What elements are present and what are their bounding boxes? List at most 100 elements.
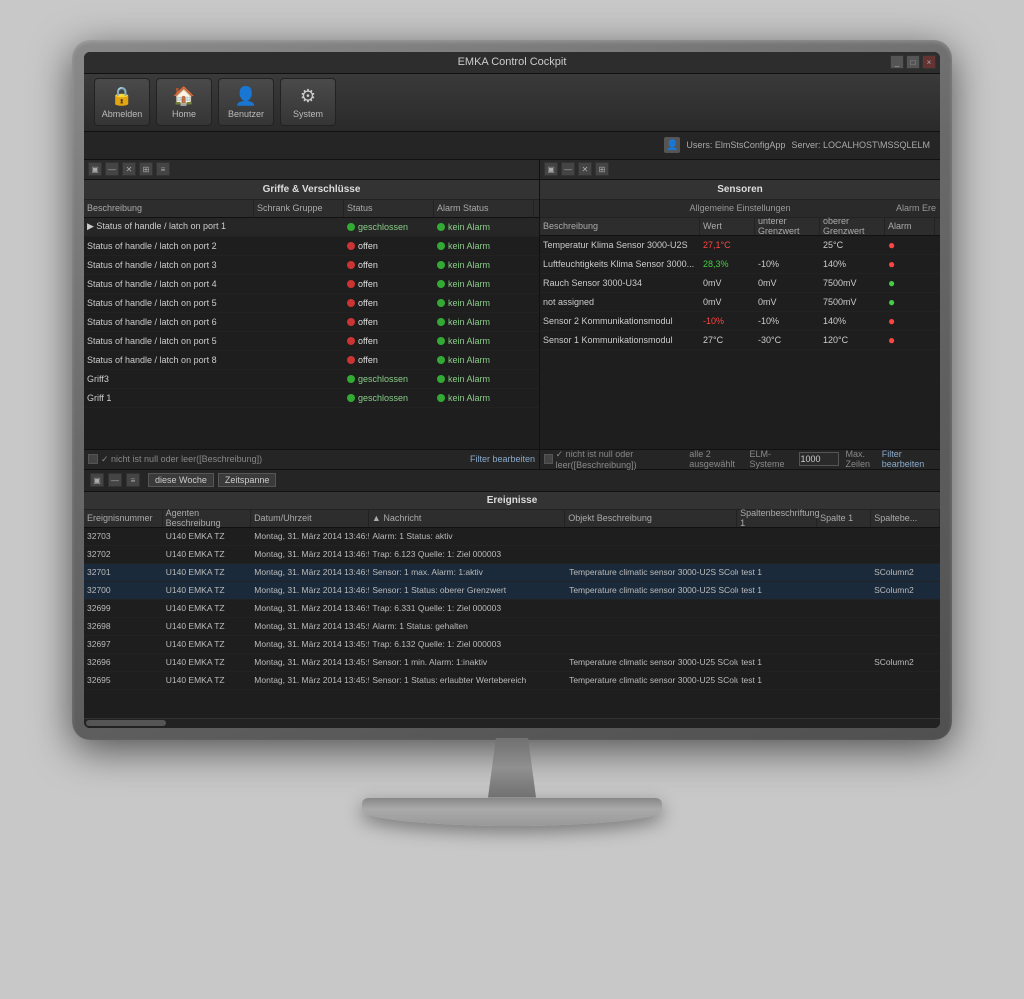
alarm-text: kein Alarm — [448, 336, 490, 346]
minimize-button[interactable]: _ — [890, 55, 904, 69]
sensoren-row[interactable]: Sensor 2 Kommunikationsmodul -10% -10% 1… — [540, 312, 940, 331]
sensoren-tb-icon-1[interactable]: ▣ — [544, 162, 558, 176]
ereignisse-row[interactable]: 32703 U140 EMKA TZ Montag, 31. März 2014… — [84, 528, 940, 546]
ereig-tb-icon-3[interactable]: ≡ — [126, 473, 140, 487]
ereig-th-spalte: Spalte 1 — [817, 510, 871, 527]
griffe-td-schrank — [254, 313, 344, 331]
maximize-button[interactable]: □ — [906, 55, 920, 69]
sensoren-row[interactable]: Luftfeuchtigkeits Klima Sensor 3000... 2… — [540, 255, 940, 274]
alarm-dot — [437, 356, 445, 364]
griffe-tb-icon-3[interactable]: ✕ — [122, 162, 136, 176]
ereig-td-nachricht: Sensor: 1 max. Alarm: 1:aktiv — [369, 564, 566, 581]
th-schrank: Schrank Gruppe — [254, 200, 344, 217]
status-dot — [347, 337, 355, 345]
ereig-td-nachricht: Sensor: 1 Status: erlaubter Wertebereich — [369, 672, 566, 689]
ereignisse-toolbar: ▣ — ≡ diese Woche Zeitspanne — [84, 470, 940, 492]
griffe-panel: ▣ — ✕ ⊞ ≡ Griffe & Verschlüsse Beschreib… — [84, 160, 540, 469]
sensoren-tb-icon-4[interactable]: ⊞ — [595, 162, 609, 176]
lock-icon: 🔒 — [111, 86, 133, 107]
ereig-td-datum: Montag, 31. März 2014 13:46:50 — [251, 546, 369, 563]
griffe-td-alarm: kein Alarm — [434, 294, 534, 312]
alarm-dot — [437, 337, 445, 345]
sensor-td-unterer — [755, 236, 820, 254]
ereig-td-objekt: Temperature climatic sensor 3000-U2S SCo… — [566, 564, 738, 581]
sensoren-tb-icon-2[interactable]: — — [561, 162, 575, 176]
sensor-td-wert: 0mV — [700, 274, 755, 292]
title-bar: EMKA Control Cockpit _ □ × — [84, 52, 940, 74]
ereignisse-row[interactable]: 32699 U140 EMKA TZ Montag, 31. März 2014… — [84, 600, 940, 618]
benutzer-button[interactable]: 👤 Benutzer — [218, 78, 274, 126]
griffe-tb-icon-5[interactable]: ≡ — [156, 162, 170, 176]
griffe-row[interactable]: Status of handle / latch on port 5 offen… — [84, 294, 539, 313]
sensoren-filter-checkbox[interactable] — [544, 454, 553, 464]
griffe-tb-icon-4[interactable]: ⊞ — [139, 162, 153, 176]
ereig-th-nr: Ereignisnummer — [84, 510, 163, 527]
griffe-row[interactable]: Status of handle / latch on port 4 offen… — [84, 275, 539, 294]
ereig-td-spalte — [817, 528, 871, 545]
ereig-td-nr: 32698 — [84, 618, 163, 635]
ereig-tb-icon-2[interactable]: — — [108, 473, 122, 487]
sensoren-row[interactable]: not assigned 0mV 0mV 7500mV ● — [540, 293, 940, 312]
ereig-week-btn[interactable]: diese Woche — [148, 473, 214, 487]
griffe-row[interactable]: Griff 1 geschlossen kein Alarm — [84, 389, 539, 408]
ereignisse-row[interactable]: 32696 U140 EMKA TZ Montag, 31. März 2014… — [84, 654, 940, 672]
ereig-td-spalte — [817, 636, 871, 653]
ereig-td-nachricht: Sensor: 1 min. Alarm: 1:inaktiv — [369, 654, 566, 671]
sensoren-row[interactable]: Sensor 1 Kommunikationsmodul 27°C -30°C … — [540, 331, 940, 350]
sensoren-row[interactable]: Rauch Sensor 3000-U34 0mV 0mV 7500mV ● — [540, 274, 940, 293]
griffe-row[interactable]: Status of handle / latch on port 6 offen… — [84, 313, 539, 332]
ereignisse-row[interactable]: 32700 U140 EMKA TZ Montag, 31. März 2014… — [84, 582, 940, 600]
sensor-td-alarm: ● — [885, 331, 935, 349]
griffe-row[interactable]: Griff3 geschlossen kein Alarm — [84, 370, 539, 389]
griffe-row[interactable]: Status of handle / latch on port 2 offen… — [84, 237, 539, 256]
close-button[interactable]: × — [922, 55, 936, 69]
griffe-td-alarm: kein Alarm — [434, 351, 534, 369]
ereig-td-objekt — [566, 618, 738, 635]
abmelden-label: Abmelden — [102, 109, 143, 119]
status-dot — [347, 318, 355, 326]
griffe-row[interactable]: Status of handle / latch on port 3 offen… — [84, 256, 539, 275]
griffe-td-schrank — [254, 370, 344, 388]
griffe-tb-icon-1[interactable]: ▣ — [88, 162, 102, 176]
abmelden-button[interactable]: 🔒 Abmelden — [94, 78, 150, 126]
ereig-td-spalte1 — [738, 618, 817, 635]
status-text: offen — [358, 279, 378, 289]
user-icon: 👤 — [235, 86, 257, 107]
home-button[interactable]: 🏠 Home — [156, 78, 212, 126]
server-label: Server: LOCALHOST\MSSQLELM — [791, 140, 930, 150]
griffe-td-schrank — [254, 332, 344, 350]
ereignisse-row[interactable]: 32698 U140 EMKA TZ Montag, 31. März 2014… — [84, 618, 940, 636]
scrollbar-thumb[interactable] — [86, 720, 166, 726]
ereig-tb-icon-1[interactable]: ▣ — [90, 473, 104, 487]
ereignisse-table-header: Ereignisnummer Agenten Beschreibung Datu… — [84, 510, 940, 528]
ereig-th-datum: Datum/Uhrzeit — [251, 510, 369, 527]
ereig-td-datum: Montag, 31. März 2014 13:45:55 — [251, 654, 369, 671]
ereignisse-row[interactable]: 32701 U140 EMKA TZ Montag, 31. März 2014… — [84, 564, 940, 582]
sensoren-elm-input[interactable] — [799, 452, 839, 466]
status-text: geschlossen — [358, 222, 408, 232]
alarm-text: kein Alarm — [448, 241, 490, 251]
griffe-row[interactable]: ▶ Status of handle / latch on port 1 ges… — [84, 218, 539, 237]
sensor-td-alarm: ● — [885, 293, 935, 311]
griffe-td-status: offen — [344, 351, 434, 369]
ereignisse-scrollbar[interactable] — [84, 718, 940, 728]
griffe-filter-bar: ✓ nicht ist null oder leer([Beschreibung… — [84, 449, 539, 469]
griffe-filter-checkbox[interactable] — [88, 454, 98, 464]
ereignisse-row[interactable]: 32695 U140 EMKA TZ Montag, 31. März 2014… — [84, 672, 940, 690]
ereig-time-btn[interactable]: Zeitspanne — [218, 473, 277, 487]
th-alarm: Alarm Status — [434, 200, 534, 217]
system-button[interactable]: ⚙ System — [280, 78, 336, 126]
ereignisse-row[interactable]: 32697 U140 EMKA TZ Montag, 31. März 2014… — [84, 636, 940, 654]
sensor-td-beschreibung: Rauch Sensor 3000-U34 — [540, 274, 700, 292]
sensoren-row[interactable]: Temperatur Klima Sensor 3000-U2S 27,1°C … — [540, 236, 940, 255]
griffe-row[interactable]: Status of handle / latch on port 5 offen… — [84, 332, 539, 351]
griffe-filter-btn[interactable]: Filter bearbeiten — [470, 454, 535, 464]
griffe-td-alarm: kein Alarm — [434, 256, 534, 274]
griffe-td-status: offen — [344, 256, 434, 274]
griffe-row[interactable]: Status of handle / latch on port 8 offen… — [84, 351, 539, 370]
sensoren-filter-btn[interactable]: Filter bearbeiten — [882, 449, 936, 469]
ereignisse-row[interactable]: 32702 U140 EMKA TZ Montag, 31. März 2014… — [84, 546, 940, 564]
griffe-tb-icon-2[interactable]: — — [105, 162, 119, 176]
sensoren-tb-icon-3[interactable]: ✕ — [578, 162, 592, 176]
griffe-td-alarm: kein Alarm — [434, 237, 534, 255]
